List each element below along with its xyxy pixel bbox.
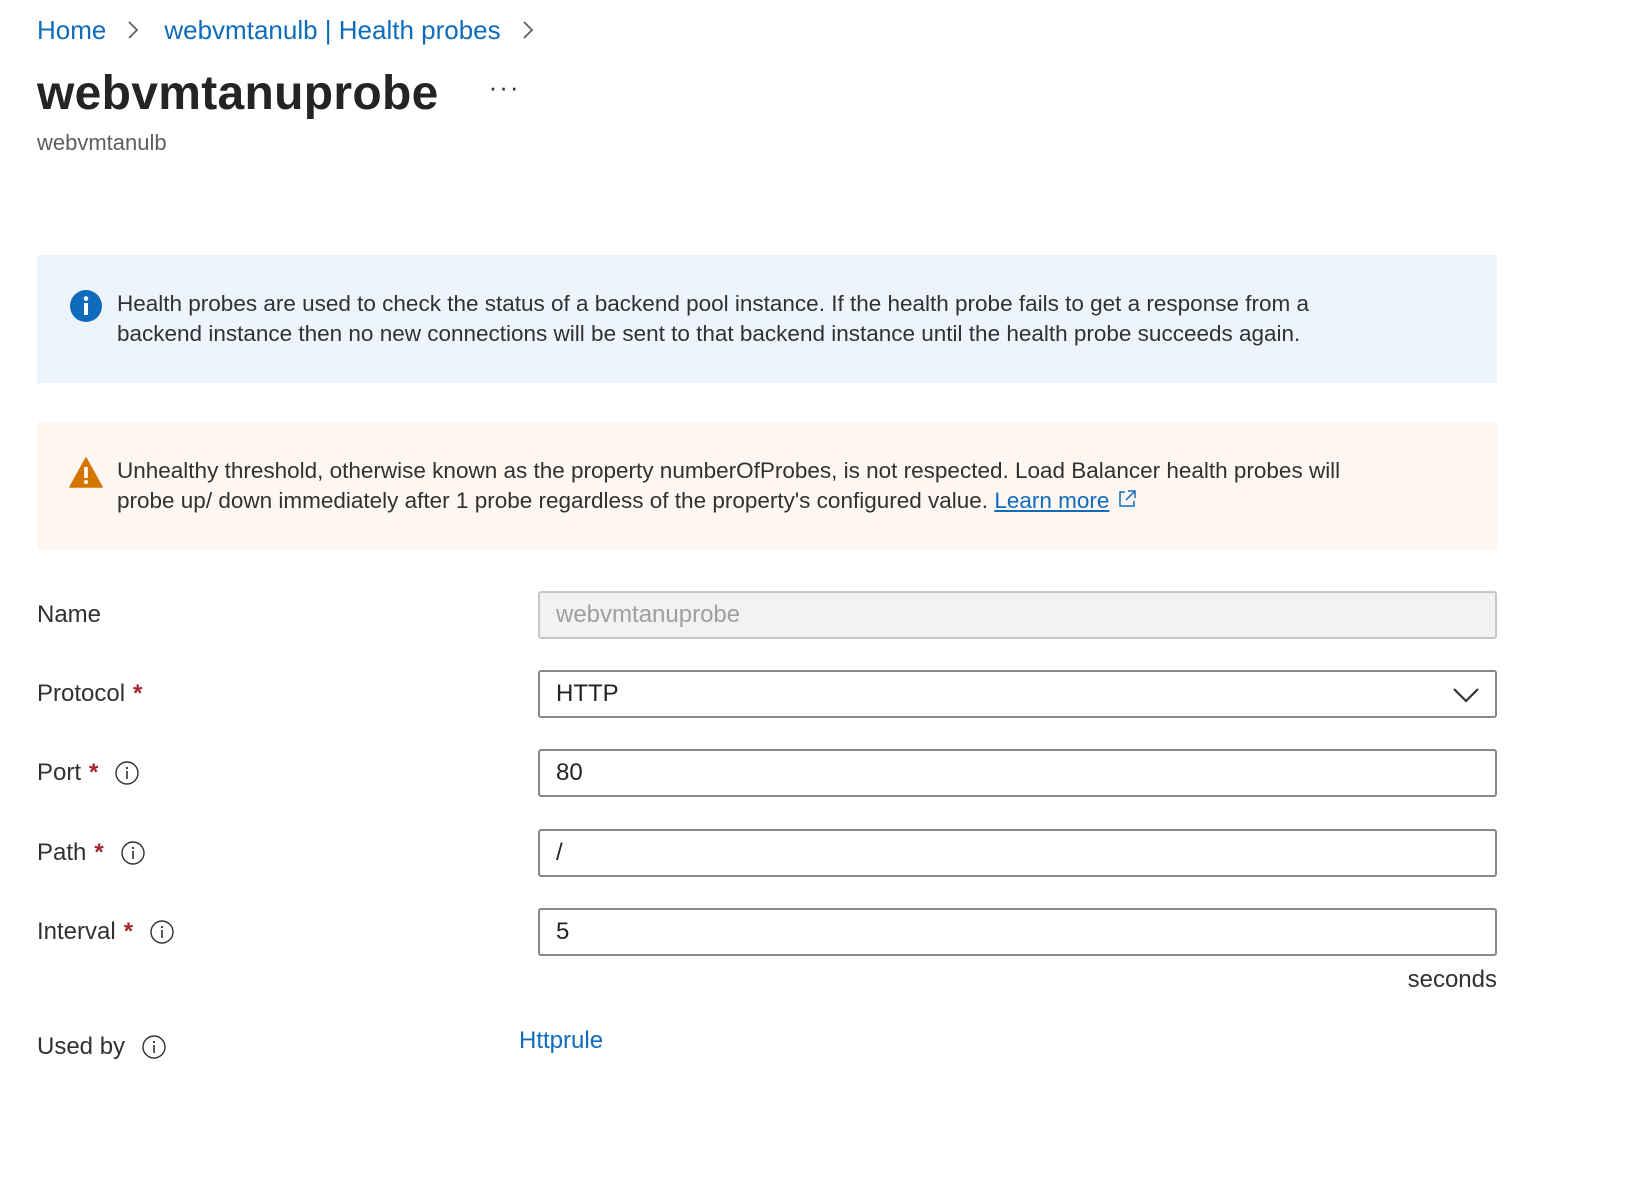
protocol-label-text: Protocol <box>37 680 126 707</box>
required-marker: * <box>133 680 143 707</box>
warning-banner-line1: Unhealthy threshold, otherwise known as … <box>117 458 1341 483</box>
page-subtitle: webvmtanulb <box>37 130 167 155</box>
port-label-text: Port <box>37 759 82 786</box>
used-by-row: Used by Httprule <box>37 1023 1497 1071</box>
chevron-down-icon <box>1451 684 1481 706</box>
required-marker: * <box>123 918 134 945</box>
warning-banner-line2: probe up/ down immediately after 1 probe… <box>117 488 989 513</box>
info-tooltip-icon[interactable] <box>149 919 175 945</box>
path-label-text: Path <box>37 839 87 866</box>
path-row: Path * <box>37 829 1497 877</box>
interval-unit-label: seconds <box>1407 966 1497 993</box>
breadcrumb-home-link[interactable]: Home <box>37 15 106 46</box>
protocol-select-value: HTTP <box>556 680 619 707</box>
external-link-icon[interactable] <box>1117 487 1137 507</box>
required-marker: * <box>94 839 104 866</box>
learn-more-link[interactable]: Learn more <box>994 488 1109 513</box>
info-banner: Health probes are used to check the stat… <box>37 255 1497 383</box>
breadcrumb: Home webvmtanulb | Health probes <box>37 10 559 50</box>
used-by-rule-link[interactable]: Httprule <box>519 1017 603 1065</box>
name-label-text: Name <box>37 601 102 628</box>
page-title: webvmtanuprobe <box>37 67 439 120</box>
interval-label: Interval * <box>37 908 175 956</box>
protocol-select[interactable]: HTTP <box>538 670 1497 718</box>
warning-icon <box>69 456 103 490</box>
chevron-right-icon <box>515 17 541 43</box>
protocol-row: Protocol * HTTP <box>37 670 1497 718</box>
interval-input[interactable] <box>538 908 1497 956</box>
warning-banner-line2-wrap: probe up/ down immediately after 1 probe… <box>117 486 1457 516</box>
name-label: Name <box>37 591 101 639</box>
info-icon <box>69 289 103 323</box>
chevron-right-icon <box>120 17 146 43</box>
port-row: Port * <box>37 749 1497 797</box>
info-tooltip-icon[interactable] <box>114 760 140 786</box>
interval-row: Interval * <box>37 908 1497 956</box>
page: Home webvmtanulb | Health probes webvmta… <box>0 0 1642 1204</box>
used-by-label-text: Used by <box>37 1033 126 1060</box>
required-marker: * <box>89 759 99 786</box>
more-actions-button[interactable]: ··· <box>489 74 521 114</box>
info-banner-line1: Health probes are used to check the stat… <box>117 291 1309 316</box>
name-row: Name <box>37 591 1497 639</box>
info-tooltip-icon[interactable] <box>141 1034 167 1060</box>
warning-banner: Unhealthy threshold, otherwise known as … <box>37 422 1497 550</box>
title-row: webvmtanuprobe ··· <box>37 66 521 121</box>
name-input <box>538 591 1497 639</box>
port-label: Port * <box>37 749 140 797</box>
path-input[interactable] <box>538 829 1497 877</box>
breadcrumb-health-probes-link[interactable]: webvmtanulb | Health probes <box>164 15 500 46</box>
interval-label-text: Interval <box>37 918 116 945</box>
info-banner-line2: backend instance then no new connections… <box>117 321 1301 346</box>
info-tooltip-icon[interactable] <box>120 840 146 866</box>
protocol-label: Protocol * <box>37 670 142 718</box>
port-input[interactable] <box>538 749 1497 797</box>
path-label: Path * <box>37 829 146 877</box>
used-by-label: Used by <box>37 1023 167 1071</box>
